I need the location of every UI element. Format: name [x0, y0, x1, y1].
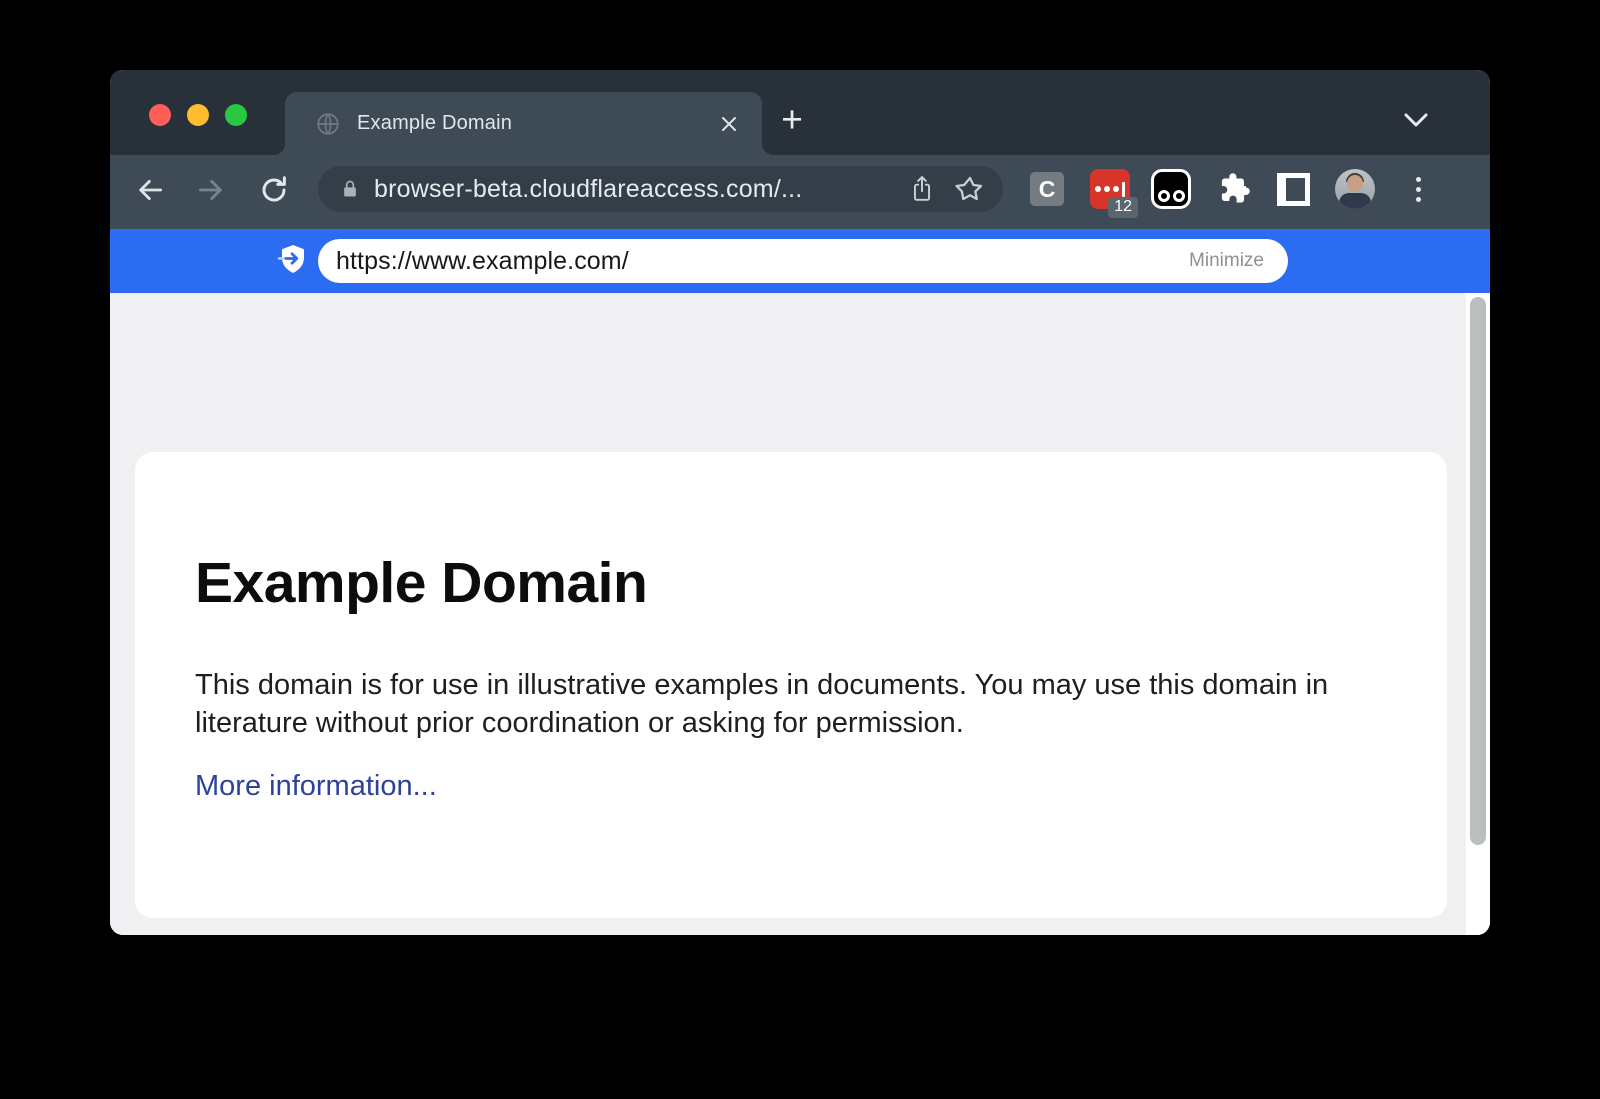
profile-avatar[interactable] [1335, 169, 1375, 209]
reload-icon[interactable] [257, 173, 291, 207]
side-panel-icon[interactable] [1277, 173, 1310, 206]
new-tab-button[interactable]: + [772, 98, 812, 144]
macos-minimize-button[interactable] [187, 104, 209, 126]
macos-zoom-button[interactable] [225, 104, 247, 126]
avatar-face [1347, 175, 1363, 192]
address-bar-url: browser-beta.cloudflareaccess.com/... [374, 175, 802, 204]
lastpass-dots-icon [1095, 182, 1125, 197]
extension-c-icon[interactable]: C [1030, 172, 1064, 206]
lastpass-extension-icon[interactable]: 12 [1090, 169, 1130, 209]
forward-icon[interactable] [194, 173, 228, 207]
tab-strip: Example Domain + [110, 70, 1490, 155]
share-icon[interactable] [909, 174, 935, 204]
back-icon[interactable] [133, 173, 167, 207]
chevron-down-icon[interactable] [1403, 112, 1429, 128]
tab-title: Example Domain [357, 112, 702, 135]
page-paragraph: This domain is for use in illustrative e… [195, 666, 1365, 742]
extensions-puzzle-icon[interactable] [1215, 171, 1251, 207]
browser-menu-kebab-icon[interactable] [1403, 170, 1433, 208]
more-information-link[interactable]: More information... [195, 770, 437, 803]
scrollbar-thumb[interactable] [1470, 297, 1486, 845]
glasses-extension-icon[interactable] [1151, 169, 1191, 209]
extension-c-label: C [1039, 176, 1056, 203]
tab-close-icon[interactable] [718, 113, 740, 135]
browser-toolbar: browser-beta.cloudflareaccess.com/... [110, 155, 1490, 229]
page-title: Example Domain [195, 550, 647, 616]
address-bar[interactable]: browser-beta.cloudflareaccess.com/... [318, 166, 1003, 212]
example-domain-card: Example Domain This domain is for use in… [135, 452, 1447, 918]
browser-window: Example Domain + [110, 70, 1490, 935]
lastpass-badge: 12 [1108, 197, 1138, 218]
minimize-button[interactable]: Minimize [1189, 250, 1264, 272]
bookmark-star-icon[interactable] [955, 174, 985, 204]
macos-close-button[interactable] [149, 104, 171, 126]
lock-icon [340, 178, 360, 200]
page-viewport: Example Domain This domain is for use in… [110, 293, 1490, 935]
avatar-shoulders [1339, 193, 1371, 209]
isolation-url-input[interactable]: https://www.example.com/ Minimize [318, 239, 1288, 283]
shield-arrow-icon [276, 244, 308, 278]
isolation-url-value: https://www.example.com/ [336, 247, 629, 276]
tab-example-domain[interactable]: Example Domain [285, 92, 762, 155]
screenshot-stage: Example Domain + [0, 0, 1600, 1099]
globe-favicon-icon [315, 111, 341, 137]
isolation-bar: https://www.example.com/ Minimize [110, 229, 1490, 293]
